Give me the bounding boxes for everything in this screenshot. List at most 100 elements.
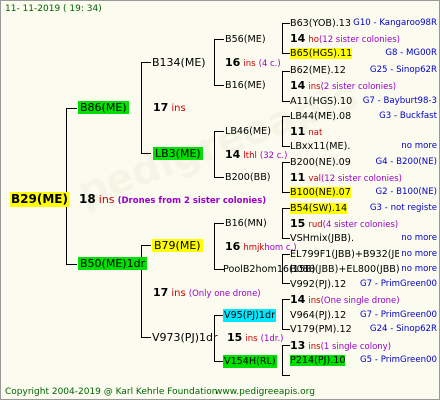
g4-queen-name[interactable]: P214(PJ).10: [290, 355, 346, 366]
g4-row[interactable]: V179(PM).12: [290, 323, 352, 336]
g4-queen-name[interactable]: V179(PM).12: [290, 324, 352, 335]
g4-row: 13 ins(1 single colony): [290, 339, 391, 354]
header-date: 11- 11-2019 ( 19: 34): [5, 4, 102, 14]
g4-ins: ins: [308, 342, 321, 352]
g4-drone-num: 13: [290, 339, 306, 352]
g4-right-label[interactable]: G25 - Sinop62R: [367, 64, 437, 77]
pedigree-frame: pedigreeapis 11- 11-2019 ( 19: 34) B29(M…: [0, 0, 440, 400]
g4-row[interactable]: VSHmix(JBB).: [290, 232, 354, 245]
g3-queen-0[interactable]: B56(ME): [225, 33, 266, 46]
footer-copyright: Copyright 2004-2019 @ Karl Kehrle Founda…: [5, 387, 218, 397]
g3-queen-6[interactable]: V95(PJ)1dr: [223, 309, 277, 322]
g4-right-label[interactable]: G3 - not registe: [367, 202, 437, 215]
g4-row[interactable]: A11(HGS).10: [290, 95, 352, 108]
g4-row[interactable]: LBxx11(ME).: [290, 140, 350, 153]
g4-row: 11 nat: [290, 125, 322, 140]
g4-row[interactable]: B100(NE).07: [290, 186, 351, 199]
g4-right-label[interactable]: no more: [399, 232, 437, 245]
g3-4-ins: hmjk: [243, 243, 265, 253]
g4-right-label[interactable]: no more: [399, 140, 437, 153]
g4-row[interactable]: B62(ME).12: [290, 64, 346, 77]
g4-queen-name[interactable]: LBxx11(ME).: [290, 141, 350, 152]
g4-drone-num: 11: [290, 125, 306, 138]
g4-right-label[interactable]: G3 - Buckfast: [377, 110, 437, 123]
root-drone-info: 18 ins (Drones from 2 sister colonies): [79, 193, 266, 208]
g3-4-num: 16: [225, 240, 241, 253]
g3-queen-4[interactable]: B16(MN): [225, 217, 267, 230]
g4-row: 11 val(12 sister colonies): [290, 171, 402, 186]
g4-right-label[interactable]: G7 - Bayburt98-3: [360, 95, 437, 108]
g4-right-label[interactable]: G24 - Sinop62R: [367, 323, 437, 336]
g3-0-ins: ins: [243, 59, 256, 69]
g4-row[interactable]: LB44(ME).08: [290, 110, 351, 123]
g4-row: 14 ins(One single drone): [290, 293, 400, 308]
g4-right-label[interactable]: G7 - PrimGreen00: [358, 309, 437, 322]
g4-ins: rud: [308, 220, 323, 230]
g3-queen-1[interactable]: B16(ME): [225, 79, 266, 92]
g4-right-label[interactable]: no more: [399, 263, 437, 276]
g4-queen-name[interactable]: VSHmix(JBB).: [290, 233, 354, 244]
g4-row[interactable]: B54(SW).14: [290, 202, 348, 215]
g4-drone-num: 11: [290, 171, 306, 184]
g2-drone-info-3: 15 ins (1dr.): [227, 331, 283, 346]
g4-queen-name[interactable]: A11(HGS).10: [290, 96, 352, 107]
g4-right-label[interactable]: G2 - B100(NE): [373, 186, 437, 199]
g2-queen-0[interactable]: B134(ME): [152, 56, 206, 69]
g3-queen-7[interactable]: V154H(RL): [223, 355, 277, 368]
g4-queen-name[interactable]: LB44(ME).08: [290, 111, 351, 122]
g2-queen-1[interactable]: LB3(ME): [153, 147, 203, 160]
g4-ins: ins: [308, 296, 321, 306]
g3-queen-2[interactable]: LB46(ME): [225, 125, 271, 138]
g4-row[interactable]: V992(PJ).12: [290, 278, 346, 291]
root-ins: ins: [98, 193, 115, 206]
g4-queen-name[interactable]: B54(SW).14: [290, 203, 348, 214]
g4-queen-name[interactable]: V964(PJ).12: [290, 310, 346, 321]
g4-row: 15 rud(4 sister colonies): [290, 217, 398, 232]
g2-3-note: (1dr.): [260, 334, 284, 344]
g3-2-num: 14: [225, 148, 241, 161]
g4-right-label[interactable]: no more: [399, 248, 437, 261]
g4-queen-name[interactable]: B62(ME).12: [290, 65, 346, 76]
g3-2-note: (32 c.): [259, 151, 288, 161]
g4-row[interactable]: B63(YOB).13: [290, 17, 351, 30]
g4-queen-name[interactable]: B088(JBB)+EL800(JBB): [290, 264, 400, 275]
g4-right-label[interactable]: G8 - MG00R: [383, 47, 437, 60]
g4-queen-name[interactable]: B100(NE).07: [290, 187, 351, 198]
g4-row[interactable]: B200(NE).09: [290, 156, 351, 169]
root-queen[interactable]: B29(ME): [10, 192, 69, 207]
g2-queen-2[interactable]: B79(ME): [152, 239, 203, 252]
g4-row: 14 ins(2 sister colonies): [290, 79, 396, 94]
g4-row[interactable]: V964(PJ).12: [290, 309, 346, 322]
g4-drone-num: 14: [290, 293, 306, 306]
g4-note: (4 sister colonies): [322, 220, 399, 230]
g4-queen-name[interactable]: B65(HGS).11: [290, 48, 353, 59]
g4-queen-name[interactable]: V992(PJ).12: [290, 279, 346, 290]
g4-queen-name[interactable]: B63(YOB).13: [290, 18, 351, 29]
g1-queen-1[interactable]: B50(ME)1dr: [78, 257, 148, 270]
footer-url[interactable]: www.pedigreeapis.org: [215, 386, 315, 399]
g3-queen-3[interactable]: B200(BB): [225, 171, 271, 184]
g4-right-label[interactable]: G5 - PrimGreen00: [358, 354, 437, 367]
g4-ins: nat: [308, 128, 323, 138]
g4-note: (One single drone): [320, 296, 400, 306]
g4-right-label[interactable]: G7 - PrimGreen00: [358, 278, 437, 291]
g4-drone-num: 14: [290, 32, 306, 45]
g3-0-note: (4 c.): [258, 59, 281, 69]
g4-right-label[interactable]: G4 - B200(NE): [373, 156, 437, 169]
g3-drone-info-2: 14 lthl (32 c.): [225, 148, 287, 163]
g2-queen-3[interactable]: V973(PJ)1dr: [152, 331, 217, 344]
g2-0-num: 17: [153, 101, 169, 114]
g4-row[interactable]: B65(HGS).11: [290, 47, 353, 60]
g1-queen-0[interactable]: B86(ME): [78, 101, 129, 114]
g4-note: (1 single colony): [320, 342, 392, 352]
g4-note: (2 sister colonies): [320, 82, 397, 92]
g4-ins: ins: [308, 82, 321, 92]
g4-queen-name[interactable]: B200(NE).09: [290, 157, 351, 168]
g4-right-label[interactable]: G10 - Kangaroo98R: [351, 17, 437, 30]
g2-0-ins: ins: [171, 103, 186, 114]
g4-row[interactable]: B088(JBB)+EL800(JBB): [290, 263, 400, 276]
g4-note: (12 sister colonies): [320, 174, 402, 184]
g4-row[interactable]: P214(PJ).10: [290, 354, 346, 367]
g3-0-num: 16: [225, 56, 241, 69]
g1-1-ins: ins: [171, 288, 186, 299]
